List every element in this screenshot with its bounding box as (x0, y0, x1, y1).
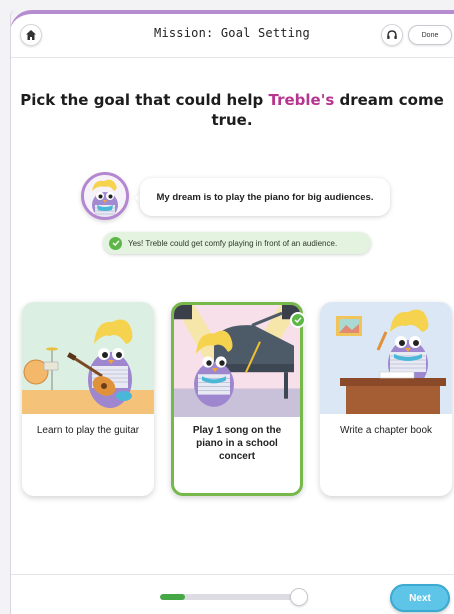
goal-card-book[interactable]: Write a chapter book (320, 302, 452, 496)
feedback-text: Yes! Treble could get comfy playing in f… (128, 238, 338, 248)
check-circle-icon (109, 236, 122, 250)
question-prefix: Pick the goal that could help (20, 91, 269, 109)
treble-avatar (81, 172, 129, 220)
next-button[interactable]: Next (390, 584, 450, 612)
goal-card-label: Learn to play the guitar (36, 425, 140, 436)
feedback-message: Yes! Treble could get comfy playing in f… (103, 232, 371, 254)
done-button[interactable]: Done (408, 25, 452, 45)
dream-speech-bubble: My dream is to play the piano for big au… (140, 178, 390, 216)
guitar-illustration (22, 302, 154, 414)
question-highlight: Treble's (268, 91, 335, 109)
selected-check-icon (290, 312, 306, 328)
progress-end-knob (290, 588, 308, 606)
progress-bar (160, 594, 306, 600)
goal-card-piano[interactable]: Play 1 song on the piano in a school con… (171, 302, 303, 496)
header-bar: Mission: Goal Setting Done (10, 14, 454, 58)
goal-card-label: Write a chapter book (339, 425, 433, 436)
writing-illustration (320, 302, 452, 414)
piano-illustration (174, 305, 300, 417)
question-heading: Pick the goal that could help Treble's d… (20, 90, 444, 130)
goal-card-label: Play 1 song on the piano in a school con… (192, 425, 282, 462)
audio-button[interactable] (381, 24, 403, 46)
footer-divider (10, 574, 454, 575)
goal-card-guitar[interactable]: Learn to play the guitar (22, 302, 154, 496)
app-frame: Mission: Goal Setting Done Pick the goal… (10, 10, 454, 614)
progress-fill (160, 594, 185, 600)
headphones-icon (387, 30, 397, 39)
